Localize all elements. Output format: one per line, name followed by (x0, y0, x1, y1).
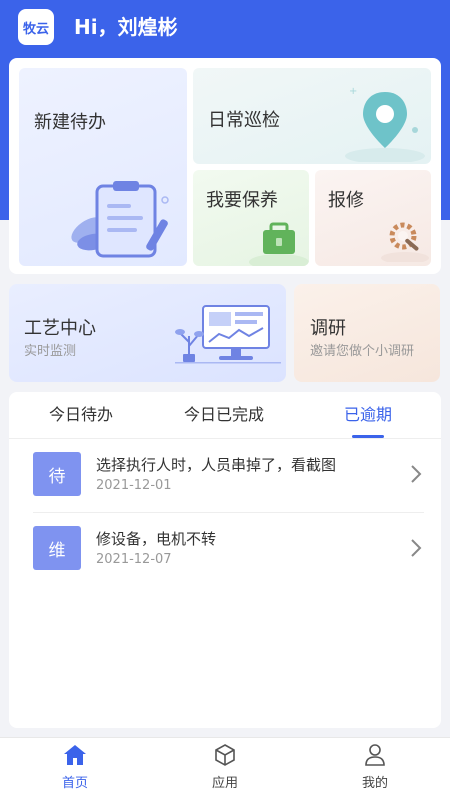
task-badge: 待 (33, 452, 81, 496)
map-pin-icon: + (345, 86, 425, 162)
maintenance-card[interactable]: 我要保养 (193, 170, 309, 266)
task-badge: 维 (33, 526, 81, 570)
nav-mine-label: 我的 (361, 776, 388, 791)
survey-subtitle: 邀请您做个小调研 (310, 344, 415, 359)
task-row[interactable]: 待 选择执行人时，人员串掉了，看截图 2021-12-01 (20, 452, 430, 514)
greeting-title: Hi，刘煌彬 (74, 15, 178, 39)
svg-text:+: + (349, 86, 357, 97)
row-divider (33, 512, 424, 513)
craft-center-subtitle: 实时监测 (24, 344, 77, 359)
app-logo: 牧云 (18, 9, 54, 45)
task-title: 修设备，电机不转 (96, 530, 217, 548)
chevron-right-icon (411, 465, 422, 483)
survey-banner[interactable]: 调研 邀请您做个小调研 (294, 284, 440, 382)
user-icon (365, 744, 385, 766)
cube-icon (215, 744, 235, 766)
toolbox-icon (249, 222, 309, 266)
repair-label: 报修 (328, 190, 364, 211)
craft-center-banner[interactable]: 工艺中心 实时监测 (9, 284, 286, 382)
craft-center-title: 工艺中心 (24, 318, 96, 339)
task-date: 2021-12-07 (96, 552, 172, 567)
monitor-illustration-icon (175, 305, 281, 364)
maintenance-label: 我要保养 (206, 190, 278, 211)
nav-apps[interactable]: 应用 (185, 744, 265, 796)
nav-mine[interactable]: 我的 (335, 744, 415, 796)
tab-divider (9, 438, 441, 439)
tab-today-todo[interactable]: 今日待办 (21, 403, 141, 427)
new-todo-label: 新建待办 (34, 112, 106, 133)
tab-today-done[interactable]: 今日已完成 (164, 403, 284, 427)
new-todo-card[interactable]: 新建待办 (19, 68, 187, 266)
task-row[interactable]: 维 修设备，电机不转 2021-12-07 (20, 526, 430, 588)
daily-patrol-card[interactable]: 日常巡检 + (193, 68, 431, 164)
survey-title: 调研 (310, 318, 346, 339)
task-title: 选择执行人时，人员串掉了，看截图 (96, 456, 337, 474)
clipboard-icon (71, 181, 169, 258)
tab-overdue[interactable]: 已逾期 (308, 403, 428, 427)
nav-home-label: 首页 (61, 776, 88, 791)
home-icon (64, 745, 86, 765)
nav-apps-label: 应用 (211, 776, 238, 791)
gear-wrench-icon (381, 222, 429, 262)
repair-card[interactable]: 报修 (315, 170, 431, 266)
daily-patrol-label: 日常巡检 (208, 110, 280, 131)
nav-home[interactable]: 首页 (35, 744, 115, 796)
chevron-right-icon (411, 539, 422, 557)
task-date: 2021-12-01 (96, 478, 172, 493)
